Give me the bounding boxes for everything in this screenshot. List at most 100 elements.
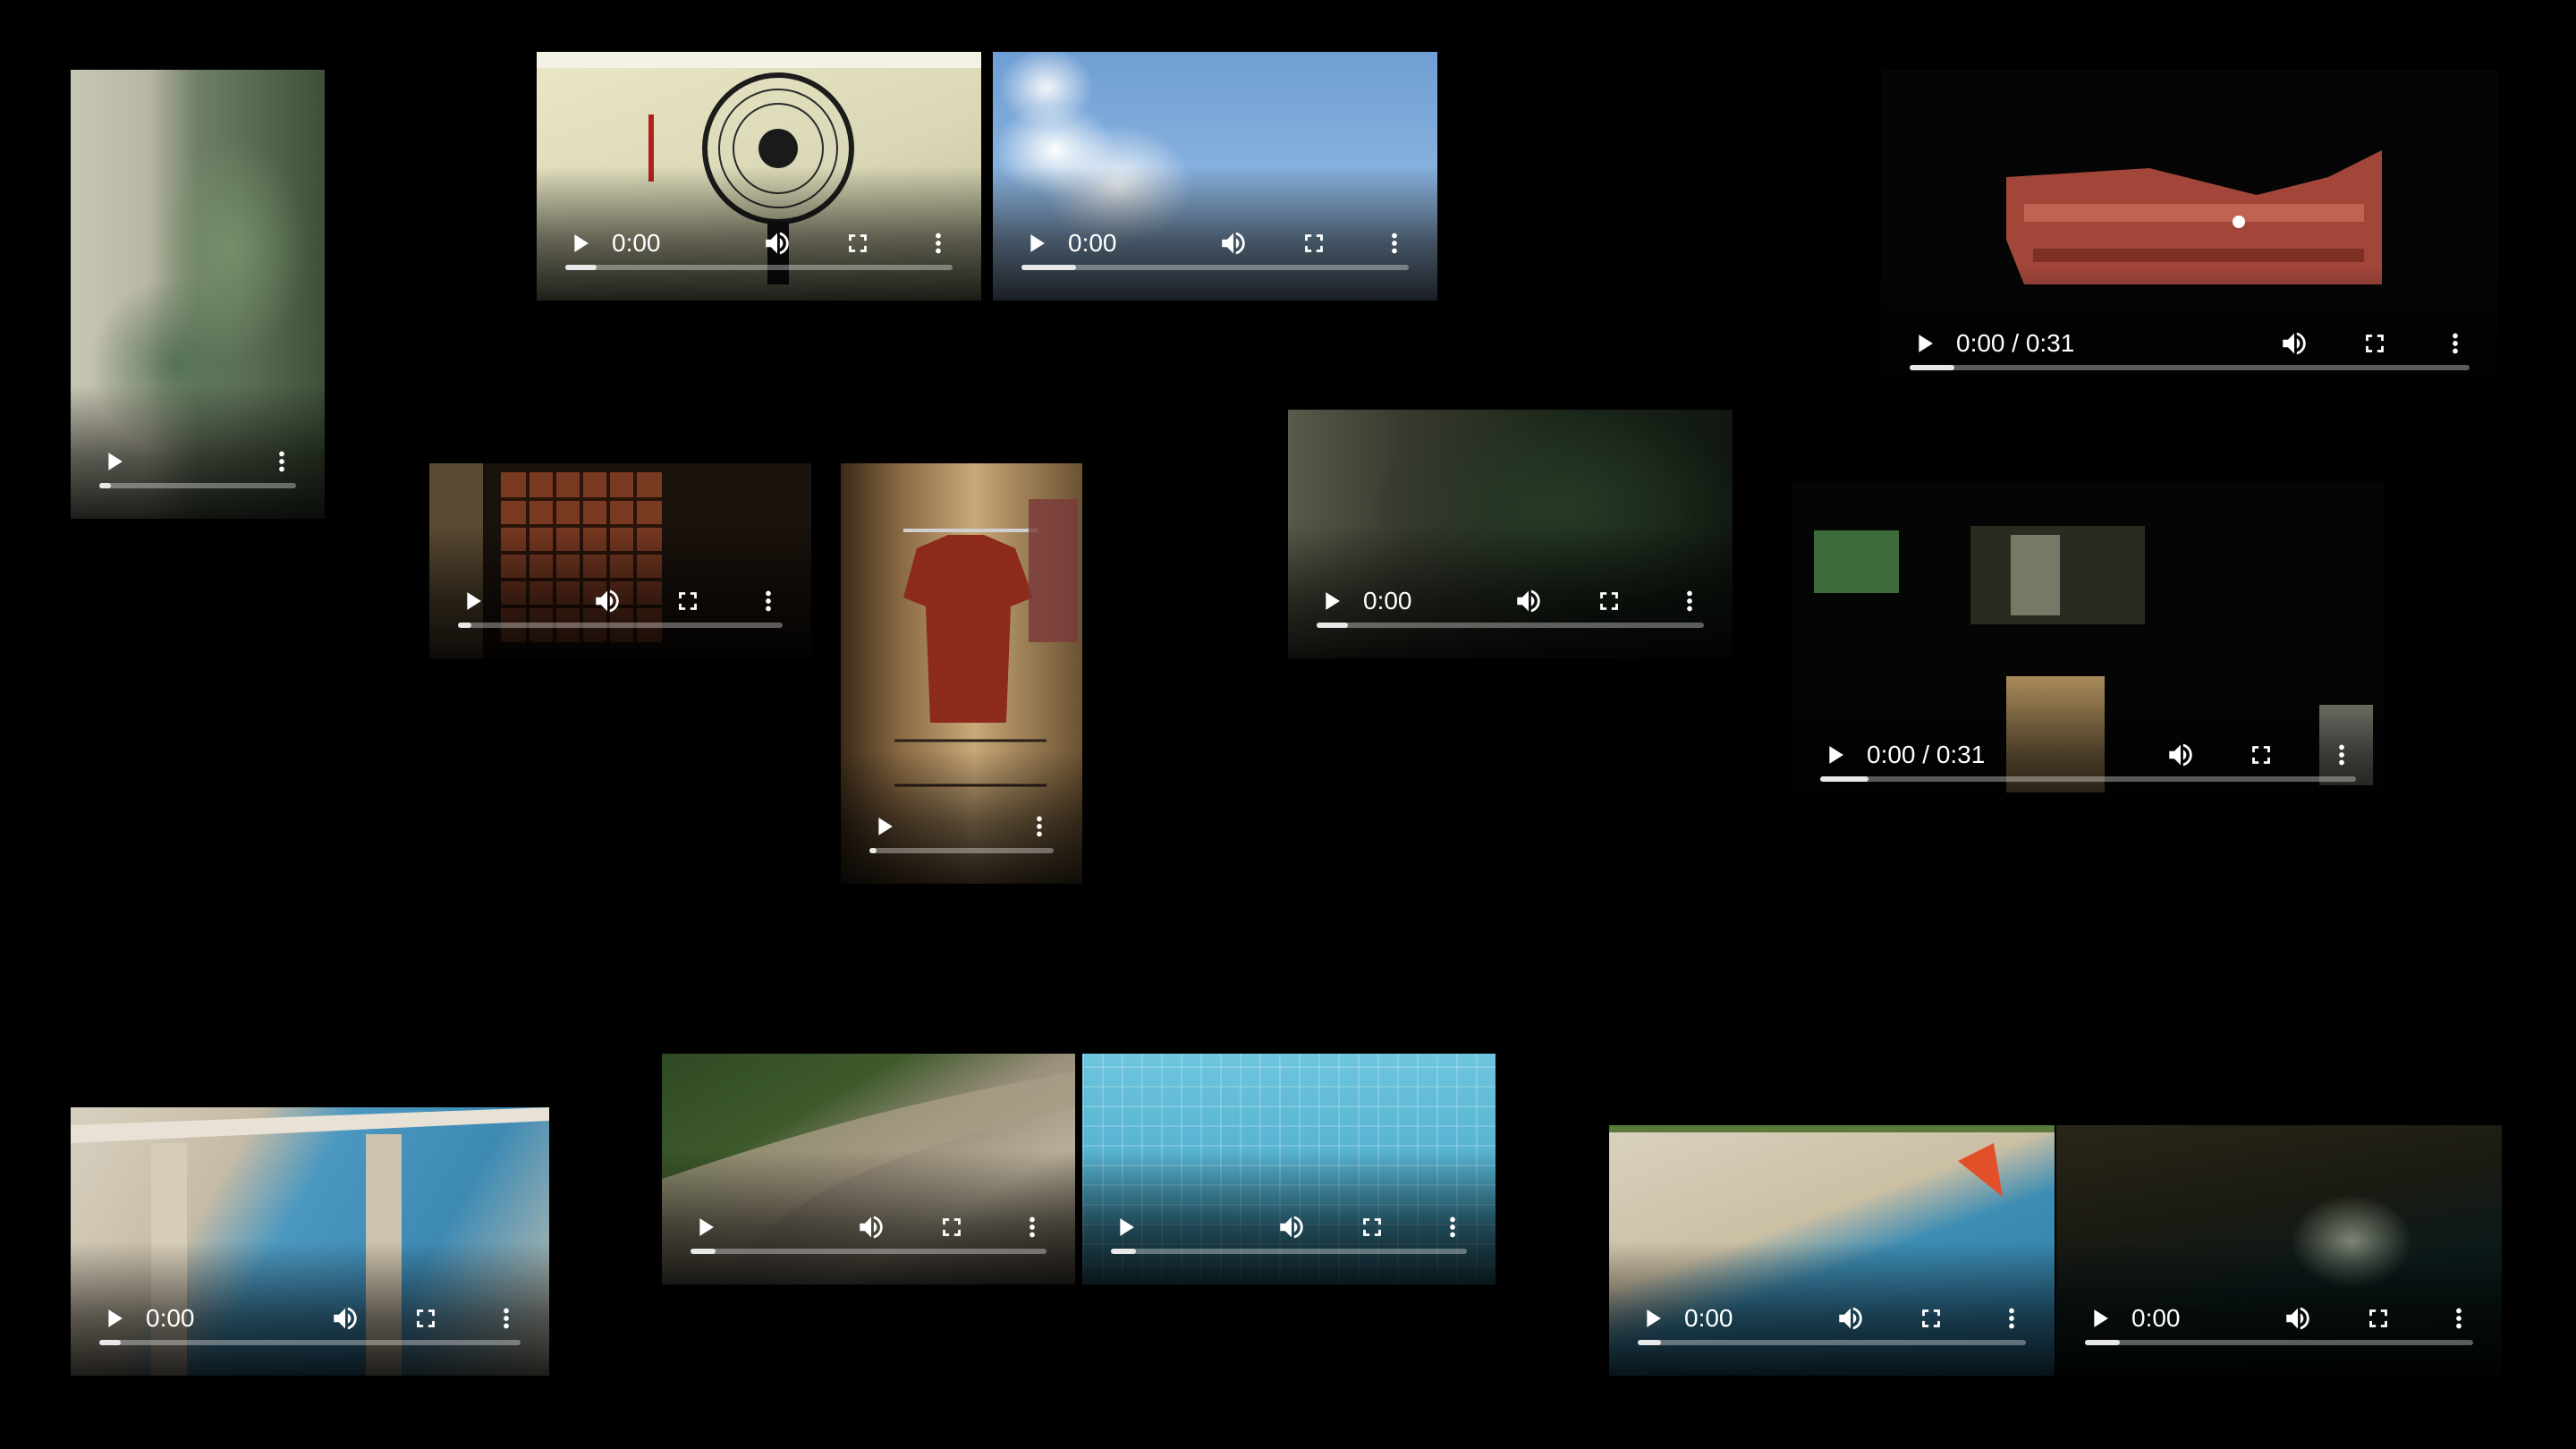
more-options-button[interactable] bbox=[2322, 735, 2361, 775]
progress-bar[interactable] bbox=[99, 1340, 521, 1345]
more-options-button[interactable] bbox=[1433, 1208, 1472, 1247]
fullscreen-button[interactable] bbox=[406, 1299, 445, 1338]
volume-button[interactable] bbox=[588, 581, 627, 621]
fullscreen-button[interactable] bbox=[1352, 1208, 1392, 1247]
fullscreen-icon bbox=[679, 592, 697, 610]
video-player[interactable]: 0:00 bbox=[71, 1107, 549, 1376]
video-player[interactable]: 0:00 bbox=[2056, 1125, 2502, 1376]
play-icon bbox=[1647, 1309, 1661, 1327]
fullscreen-button[interactable] bbox=[1911, 1299, 1951, 1338]
volume-button[interactable] bbox=[2278, 1299, 2318, 1338]
progress-bar[interactable] bbox=[1910, 365, 2470, 370]
more-options-button[interactable] bbox=[1670, 581, 1709, 621]
more-options-button[interactable] bbox=[1020, 807, 1059, 846]
progress-bar[interactable] bbox=[1638, 1340, 2026, 1345]
progress-fill bbox=[99, 1340, 121, 1345]
more-options-button[interactable] bbox=[2436, 324, 2475, 363]
progress-bar[interactable] bbox=[1021, 265, 1409, 270]
progress-bar[interactable] bbox=[869, 848, 1054, 853]
more-options-button[interactable] bbox=[2439, 1299, 2479, 1338]
fullscreen-icon bbox=[2252, 746, 2270, 764]
more-options-button[interactable] bbox=[487, 1299, 526, 1338]
fullscreen-icon bbox=[1600, 592, 1618, 610]
volume-button[interactable] bbox=[1831, 1299, 1870, 1338]
fullscreen-icon bbox=[417, 1309, 435, 1327]
video-controls bbox=[429, 576, 811, 626]
play-button[interactable] bbox=[1815, 735, 1854, 775]
volume-button[interactable] bbox=[1214, 224, 1253, 263]
video-player[interactable]: 0:00 / 0:31 bbox=[1792, 481, 2385, 812]
fullscreen-button[interactable] bbox=[1294, 224, 1334, 263]
more-options-button[interactable] bbox=[1375, 224, 1414, 263]
video-controls: 0:00 bbox=[993, 218, 1437, 268]
fullscreen-button[interactable] bbox=[932, 1208, 971, 1247]
time-display: 0:00 / 0:31 bbox=[1867, 741, 1986, 768]
video-player[interactable] bbox=[662, 1054, 1075, 1284]
fullscreen-button[interactable] bbox=[668, 581, 708, 621]
fullscreen-button[interactable] bbox=[2355, 324, 2394, 363]
progress-bar[interactable] bbox=[565, 265, 953, 270]
play-button[interactable] bbox=[1106, 1208, 1145, 1247]
video-player[interactable] bbox=[71, 70, 325, 519]
video-player[interactable] bbox=[841, 463, 1082, 884]
more-options-button[interactable] bbox=[1013, 1208, 1052, 1247]
volume-button[interactable] bbox=[852, 1208, 891, 1247]
progress-bar[interactable] bbox=[2085, 1340, 2473, 1345]
volume-button[interactable] bbox=[1272, 1208, 1311, 1247]
play-button[interactable] bbox=[685, 1208, 724, 1247]
progress-bar[interactable] bbox=[1820, 776, 2356, 782]
play-button[interactable] bbox=[864, 807, 903, 846]
more-vert-icon bbox=[2339, 744, 2344, 766]
video-controls bbox=[662, 1202, 1075, 1252]
more-options-button[interactable] bbox=[262, 442, 301, 481]
play-icon bbox=[2094, 1309, 2108, 1327]
more-vert-icon bbox=[2456, 1308, 2462, 1329]
fullscreen-button[interactable] bbox=[2359, 1299, 2398, 1338]
progress-bar[interactable] bbox=[691, 1249, 1046, 1254]
volume-button[interactable] bbox=[2161, 735, 2200, 775]
volume-icon bbox=[1280, 1216, 1303, 1239]
volume-button[interactable] bbox=[758, 224, 797, 263]
video-controls bbox=[841, 801, 1082, 852]
volume-button[interactable] bbox=[326, 1299, 365, 1338]
progress-bar[interactable] bbox=[99, 483, 296, 488]
video-player[interactable]: 0:00 bbox=[537, 52, 981, 301]
video-player[interactable]: 0:00 / 0:31 bbox=[1881, 70, 2498, 401]
more-options-button[interactable] bbox=[749, 581, 788, 621]
play-button[interactable] bbox=[2080, 1299, 2119, 1338]
play-button[interactable] bbox=[1016, 224, 1055, 263]
play-icon bbox=[1829, 746, 1843, 764]
video-player[interactable]: 0:00 bbox=[1288, 410, 1733, 658]
time-display: 0:00 / 0:31 bbox=[1956, 329, 2075, 357]
more-options-button[interactable] bbox=[1992, 1299, 2031, 1338]
video-player[interactable] bbox=[1082, 1054, 1496, 1284]
play-button[interactable] bbox=[94, 1299, 133, 1338]
video-player[interactable] bbox=[429, 463, 811, 658]
video-controls bbox=[71, 436, 325, 487]
video-controls: 0:00 bbox=[2056, 1293, 2502, 1343]
time-display: 0:00 bbox=[1068, 229, 1117, 257]
video-player[interactable]: 0:00 bbox=[1609, 1125, 2055, 1376]
time-display: 0:00 bbox=[146, 1304, 195, 1332]
more-options-button[interactable] bbox=[919, 224, 958, 263]
fullscreen-button[interactable] bbox=[838, 224, 877, 263]
volume-icon bbox=[766, 232, 789, 255]
time-display: 0:00 bbox=[612, 229, 661, 257]
more-vert-icon bbox=[936, 233, 941, 254]
video-player[interactable]: 0:00 bbox=[993, 52, 1437, 301]
play-button[interactable] bbox=[1311, 581, 1351, 621]
fullscreen-button[interactable] bbox=[1589, 581, 1629, 621]
fullscreen-button[interactable] bbox=[2241, 735, 2281, 775]
progress-bar[interactable] bbox=[1111, 1249, 1467, 1254]
play-button[interactable] bbox=[1632, 1299, 1672, 1338]
progress-bar[interactable] bbox=[458, 623, 783, 628]
progress-fill bbox=[1111, 1249, 1136, 1254]
play-button[interactable] bbox=[1904, 324, 1944, 363]
play-button[interactable] bbox=[94, 442, 133, 481]
play-button[interactable] bbox=[453, 581, 492, 621]
volume-button[interactable] bbox=[1509, 581, 1548, 621]
fullscreen-icon bbox=[849, 234, 867, 252]
play-button[interactable] bbox=[560, 224, 599, 263]
progress-bar[interactable] bbox=[1317, 623, 1704, 628]
volume-button[interactable] bbox=[2275, 324, 2314, 363]
